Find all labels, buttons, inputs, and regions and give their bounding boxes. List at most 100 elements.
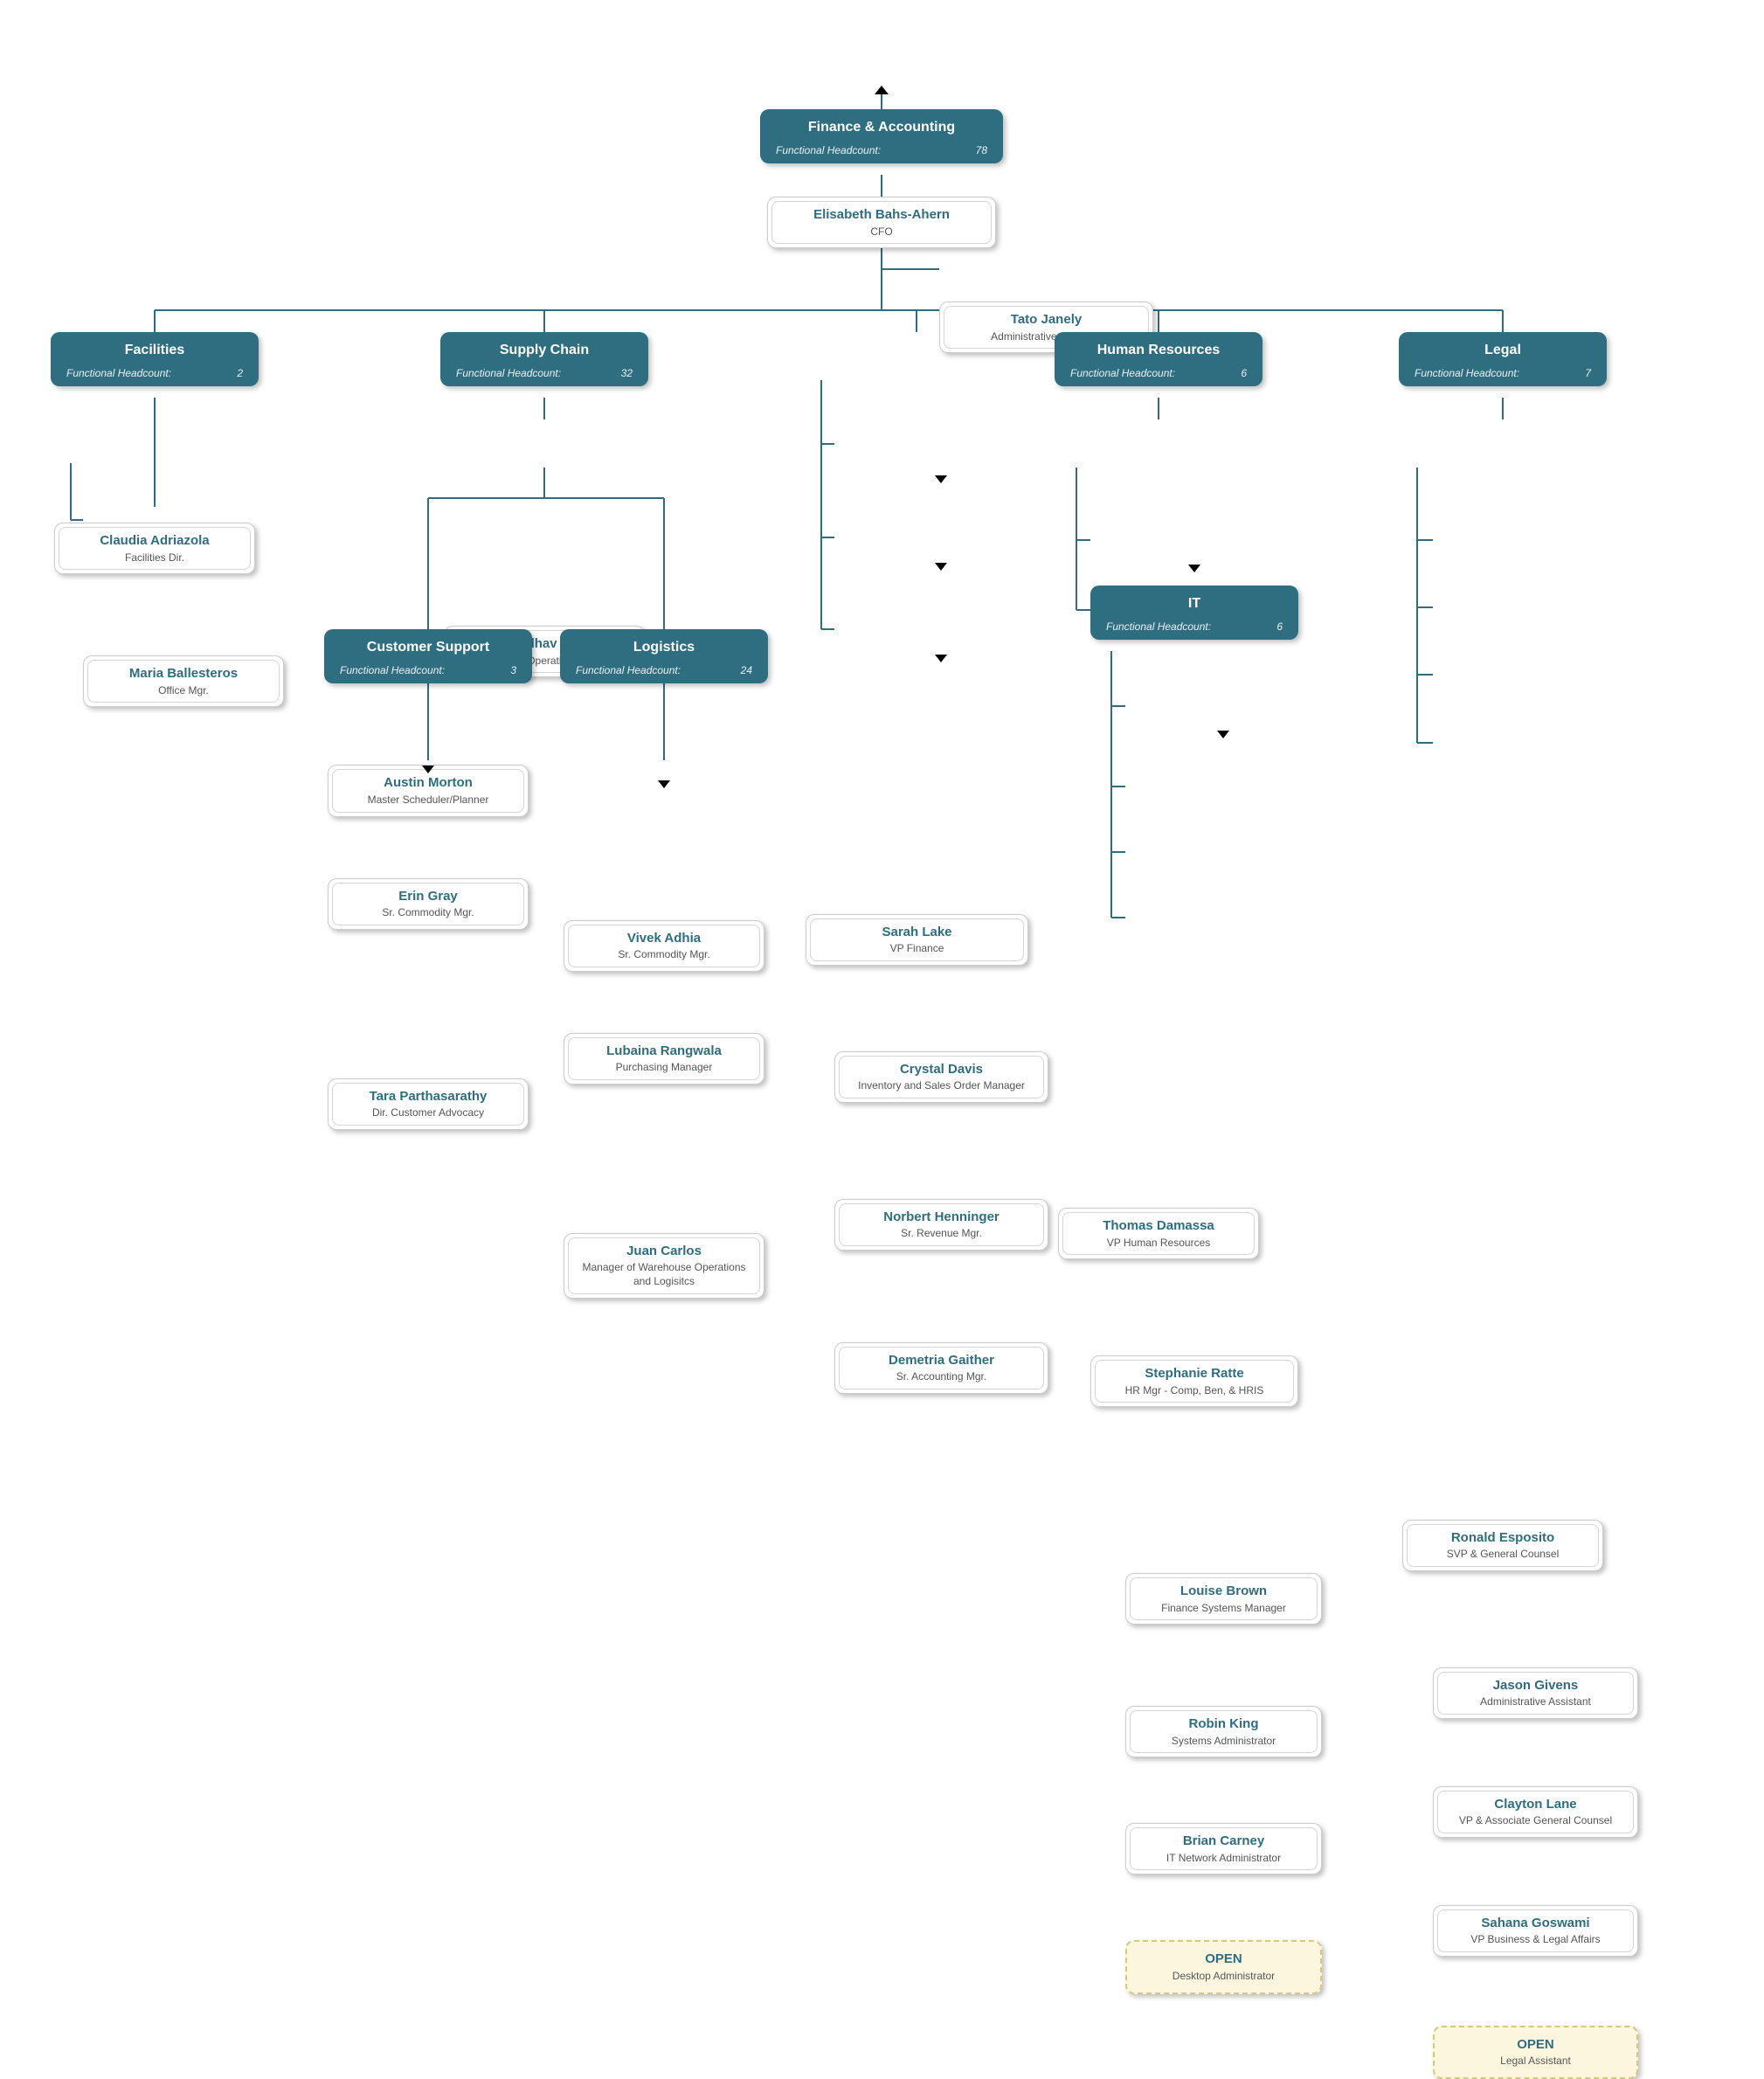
dept-count: 3 [510, 664, 516, 676]
person-title: Sr. Accounting Mgr. [847, 1370, 1035, 1384]
person-demetria[interactable]: Demetria Gaither Sr. Accounting Mgr. [834, 1342, 1048, 1394]
dept-facilities[interactable]: Facilities Functional Headcount: 2 [51, 332, 259, 386]
person-norbert[interactable]: Norbert Henninger Sr. Revenue Mgr. [834, 1199, 1048, 1251]
person-name: Demetria Gaither [847, 1352, 1035, 1369]
person-name: Clayton Lane [1446, 1796, 1625, 1813]
person-sahana[interactable]: Sahana Goswami VP Business & Legal Affai… [1433, 1905, 1638, 1957]
person-name: Norbert Henninger [847, 1209, 1035, 1226]
person-name: Stephanie Ratte [1103, 1365, 1285, 1383]
person-title: Sr. Commodity Mgr. [577, 948, 751, 962]
person-name: Vivek Adhia [577, 930, 751, 947]
meta-label: Functional Headcount: [66, 367, 171, 379]
person-name: Tato Janely [952, 311, 1140, 329]
down-arrow-icon [935, 563, 947, 571]
person-title: CFO [780, 225, 983, 239]
person-title: Sr. Revenue Mgr. [847, 1227, 1035, 1241]
person-name: Sahana Goswami [1446, 1915, 1625, 1932]
dept-supply-chain[interactable]: Supply Chain Functional Headcount: 32 [440, 332, 648, 386]
down-arrow-icon [422, 766, 434, 773]
dept-it[interactable]: IT Functional Headcount:6 [1090, 586, 1298, 640]
dept-title: Human Resources [1070, 343, 1247, 358]
dept-title: Legal [1415, 343, 1591, 358]
person-title: VP Human Resources [1071, 1237, 1246, 1251]
person-clayton[interactable]: Clayton Lane VP & Associate General Coun… [1433, 1786, 1638, 1838]
person-title: VP Business & Legal Affairs [1446, 1933, 1625, 1947]
person-robin[interactable]: Robin King Systems Administrator [1125, 1706, 1322, 1757]
dept-title: Supply Chain [456, 343, 633, 358]
person-title: Legal Assistant [1447, 2055, 1624, 2069]
meta-label: Functional Headcount: [1106, 620, 1211, 633]
dept-title: Logistics [576, 640, 752, 655]
meta-label: Functional Headcount: [340, 664, 445, 676]
dept-count: 32 [621, 367, 633, 379]
person-stephanie[interactable]: Stephanie Ratte HR Mgr - Comp, Ben, & HR… [1090, 1355, 1298, 1407]
down-arrow-icon [935, 475, 947, 483]
meta-label: Functional Headcount: [776, 144, 881, 156]
person-title: VP & Associate General Counsel [1446, 1814, 1625, 1828]
person-title: Inventory and Sales Order Manager [847, 1079, 1035, 1093]
person-erin[interactable]: Erin Gray Sr. Commodity Mgr. [328, 878, 529, 930]
meta-label: Functional Headcount: [576, 664, 681, 676]
meta-label: Functional Headcount: [456, 367, 561, 379]
person-name: Louise Brown [1138, 1583, 1309, 1600]
person-juan[interactable]: Juan Carlos Manager of Warehouse Operati… [564, 1233, 764, 1299]
dept-hr[interactable]: Human Resources Functional Headcount: 6 [1055, 332, 1262, 386]
person-name: Ronald Esposito [1415, 1529, 1590, 1547]
dept-legal[interactable]: Legal Functional Headcount:7 [1399, 332, 1607, 386]
person-brian[interactable]: Brian Carney IT Network Administrator [1125, 1823, 1322, 1875]
person-title: SVP & General Counsel [1415, 1548, 1590, 1562]
person-title: Desktop Administrator [1139, 1970, 1308, 1984]
person-title: VP Finance [819, 942, 1015, 956]
person-name: Erin Gray [341, 888, 515, 905]
person-open-legal[interactable]: OPEN Legal Assistant [1433, 2026, 1638, 2079]
person-title: Sr. Commodity Mgr. [341, 906, 515, 920]
person-sarah[interactable]: Sarah Lake VP Finance [806, 914, 1028, 966]
person-name: OPEN [1447, 2036, 1624, 2054]
dept-finance-accounting[interactable]: Finance & Accounting Functional Headcoun… [760, 109, 1003, 163]
dept-count: 78 [976, 144, 987, 156]
person-title: Purchasing Manager [577, 1061, 751, 1075]
person-name: Robin King [1138, 1715, 1309, 1733]
dept-title: Facilities [66, 343, 243, 358]
person-jason[interactable]: Jason Givens Administrative Assistant [1433, 1667, 1638, 1719]
person-name: Austin Morton [341, 774, 515, 792]
dept-title: Customer Support [340, 640, 516, 655]
person-name: Juan Carlos [577, 1243, 751, 1260]
person-name: Jason Givens [1446, 1677, 1625, 1694]
person-title: Finance Systems Manager [1138, 1602, 1309, 1616]
dept-count: 24 [741, 664, 752, 676]
person-tara[interactable]: Tara Parthasarathy Dir. Customer Advocac… [328, 1078, 529, 1130]
up-arrow-icon [875, 86, 889, 94]
person-crystal[interactable]: Crystal Davis Inventory and Sales Order … [834, 1051, 1048, 1103]
person-name: Sarah Lake [819, 924, 1015, 941]
person-title: Systems Administrator [1138, 1735, 1309, 1749]
person-maria[interactable]: Maria Ballesteros Office Mgr. [83, 655, 284, 707]
person-lubaina[interactable]: Lubaina Rangwala Purchasing Manager [564, 1033, 764, 1085]
person-title: IT Network Administrator [1138, 1852, 1309, 1866]
person-name: Maria Ballesteros [96, 665, 271, 683]
person-ronald[interactable]: Ronald Esposito SVP & General Counsel [1402, 1520, 1603, 1571]
person-name: Claudia Adriazola [67, 532, 242, 550]
down-arrow-icon [935, 655, 947, 662]
dept-logistics[interactable]: Logistics Functional Headcount: 24 [560, 629, 768, 683]
dept-count: 6 [1241, 367, 1247, 379]
dept-count: 2 [237, 367, 243, 379]
person-name: Thomas Damassa [1071, 1217, 1246, 1235]
person-name: Brian Carney [1138, 1833, 1309, 1850]
person-title: Master Scheduler/Planner [341, 793, 515, 807]
person-thomas[interactable]: Thomas Damassa VP Human Resources [1058, 1208, 1259, 1259]
person-claudia[interactable]: Claudia Adriazola Facilities Dir. [54, 523, 255, 574]
person-title: Office Mgr. [96, 684, 271, 698]
person-open-it[interactable]: OPEN Desktop Administrator [1125, 1940, 1322, 1993]
person-name: Elisabeth Bahs-Ahern [780, 206, 983, 224]
dept-title: IT [1106, 596, 1283, 612]
person-name: Tara Parthasarathy [341, 1088, 515, 1105]
person-cfo[interactable]: Elisabeth Bahs-Ahern CFO [767, 197, 996, 248]
dept-customer-support[interactable]: Customer Support Functional Headcount: 3 [324, 629, 532, 683]
person-title: Administrative Assistant [1446, 1695, 1625, 1709]
person-louise[interactable]: Louise Brown Finance Systems Manager [1125, 1573, 1322, 1625]
down-arrow-icon [1217, 731, 1229, 738]
person-vivek[interactable]: Vivek Adhia Sr. Commodity Mgr. [564, 920, 764, 972]
meta-label: Functional Headcount: [1070, 367, 1175, 379]
person-name: OPEN [1139, 1951, 1308, 1968]
